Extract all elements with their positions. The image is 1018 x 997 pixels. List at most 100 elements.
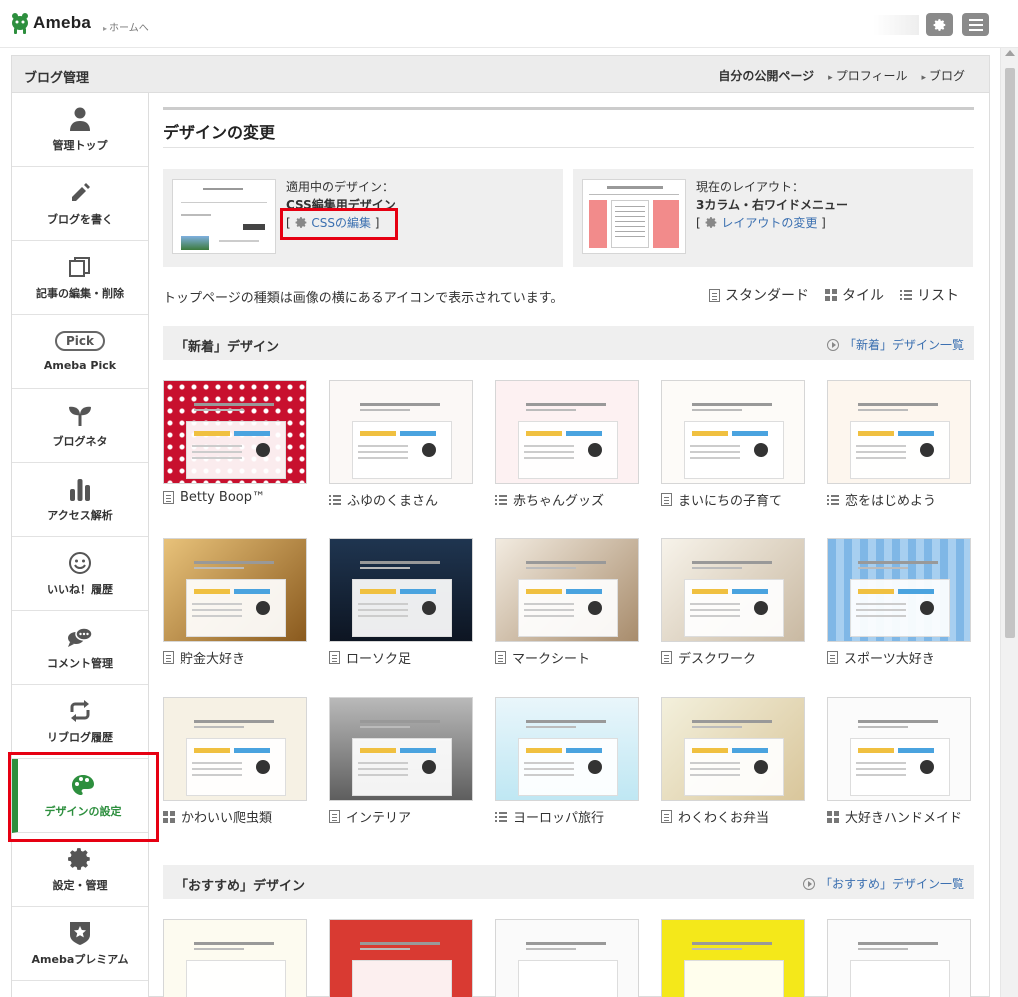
design-tile[interactable]: わくわくお弁当 <box>661 697 805 826</box>
design-name[interactable]: マークシート <box>495 648 639 667</box>
thumb-line <box>358 615 408 617</box>
design-name-label: Betty Boop™ <box>180 490 266 505</box>
sidebar-item-reblog[interactable]: リブログ履歴 <box>12 685 148 759</box>
design-tile[interactable]: ふゆのくまさん <box>329 380 473 509</box>
menu-button[interactable] <box>962 13 989 36</box>
sidebar-item-edit-articles[interactable]: 記事の編集・削除 <box>12 241 148 315</box>
design-tile[interactable] <box>495 919 639 997</box>
design-tile[interactable]: スポーツ大好き <box>827 538 971 667</box>
design-thumbnail[interactable] <box>329 697 473 801</box>
design-tile[interactable]: 赤ちゃんグッズ <box>495 380 639 509</box>
design-tile[interactable]: Betty Boop™ <box>163 380 307 505</box>
design-thumbnail[interactable] <box>163 697 307 801</box>
recommended-designs-list-link[interactable]: 「おすすめ」デザイン一覧 <box>802 875 964 892</box>
design-tile[interactable]: ローソク足 <box>329 538 473 667</box>
profile-link[interactable]: プロフィール <box>828 67 908 84</box>
design-thumbnail[interactable] <box>495 380 639 484</box>
sidebar-item-comments[interactable]: コメント管理 <box>12 611 148 685</box>
design-thumbnail[interactable] <box>661 538 805 642</box>
design-thumbnail[interactable] <box>329 538 473 642</box>
design-thumbnail[interactable] <box>661 380 805 484</box>
grid-icon <box>825 289 837 301</box>
sidebar-item-premium[interactable]: Amebaプレミアム <box>12 907 148 981</box>
design-name[interactable]: 大好きハンドメイド <box>827 807 971 826</box>
new-designs-list-link[interactable]: 「新着」デザイン一覧 <box>826 336 964 353</box>
design-name[interactable]: 赤ちゃんグッズ <box>495 490 639 509</box>
design-tile[interactable]: ヨーロッパ旅行 <box>495 697 639 826</box>
sidebar-item-access-analysis[interactable]: アクセス解析 <box>12 463 148 537</box>
thumb-bar <box>692 748 728 753</box>
sidebar-item-settings[interactable]: 設定・管理 <box>12 833 148 907</box>
public-page-link[interactable]: 自分の公開ページ <box>718 67 814 84</box>
thumb-card <box>684 738 784 796</box>
design-name[interactable]: インテリア <box>329 807 473 826</box>
design-name[interactable]: スポーツ大好き <box>827 648 971 667</box>
current-layout-thumbnail[interactable] <box>582 179 686 254</box>
user-avatar[interactable] <box>873 15 919 35</box>
design-tile[interactable] <box>661 919 805 997</box>
thumb-bar <box>526 589 562 594</box>
ameba-logo[interactable]: Ameba <box>10 12 91 34</box>
design-name[interactable]: Betty Boop™ <box>163 490 307 505</box>
design-thumbnail[interactable] <box>827 380 971 484</box>
design-name-label: まいにちの子育て <box>678 494 783 509</box>
design-tile[interactable]: 大好きハンドメイド <box>827 697 971 826</box>
design-thumbnail[interactable] <box>495 919 639 997</box>
sidebar-item-blog-neta[interactable]: ブログネタ <box>12 389 148 463</box>
design-thumbnail[interactable] <box>163 380 307 484</box>
thumb-subtitle-line <box>692 409 742 411</box>
page-scrollbar[interactable] <box>1000 48 1018 997</box>
design-thumbnail[interactable] <box>163 919 307 997</box>
design-thumbnail[interactable] <box>827 919 971 997</box>
thumb-card <box>186 738 286 796</box>
design-tile[interactable]: インテリア <box>329 697 473 826</box>
reblog-icon <box>70 700 90 722</box>
design-name[interactable]: ローソク足 <box>329 648 473 667</box>
document-icon <box>329 651 340 664</box>
design-tile[interactable] <box>329 919 473 997</box>
design-tile[interactable] <box>163 919 307 997</box>
sidebar-item-label: アクセス解析 <box>47 509 113 522</box>
design-name[interactable]: まいにちの子育て <box>661 490 805 509</box>
sidebar-item-admin-top[interactable]: 管理トップ <box>12 93 148 167</box>
scroll-thumb[interactable] <box>1005 68 1015 638</box>
blog-link[interactable]: ブログ <box>921 67 965 84</box>
design-tile[interactable] <box>827 919 971 997</box>
design-name[interactable]: 貯金大好き <box>163 648 307 667</box>
design-thumbnail[interactable] <box>163 538 307 642</box>
design-name[interactable]: ふゆのくまさん <box>329 490 473 509</box>
scroll-up-arrow-icon[interactable] <box>1005 50 1015 56</box>
settings-button[interactable] <box>926 13 953 36</box>
design-name[interactable]: ヨーロッパ旅行 <box>495 807 639 826</box>
design-thumbnail[interactable] <box>495 697 639 801</box>
design-thumbnail[interactable] <box>827 697 971 801</box>
design-name[interactable]: 恋をはじめよう <box>827 490 971 509</box>
design-tile[interactable]: 貯金大好き <box>163 538 307 667</box>
design-thumbnail[interactable] <box>661 697 805 801</box>
design-thumbnail[interactable] <box>329 380 473 484</box>
design-name[interactable]: かわいい爬虫類 <box>163 807 307 826</box>
design-thumbnail[interactable] <box>495 538 639 642</box>
sidebar-item-label: リブログ履歴 <box>47 731 113 744</box>
thumb-subtitle-line <box>692 726 742 728</box>
design-tile[interactable]: マークシート <box>495 538 639 667</box>
design-name[interactable]: わくわくお弁当 <box>661 807 805 826</box>
thumb-avatar <box>588 443 602 457</box>
home-link[interactable]: ホームへ <box>103 19 149 34</box>
design-tile[interactable]: かわいい爬虫類 <box>163 697 307 826</box>
list-icon <box>329 494 341 506</box>
design-thumbnail[interactable] <box>329 919 473 997</box>
sidebar-item-likes[interactable]: いいね！履歴 <box>12 537 148 611</box>
design-name[interactable]: デスクワーク <box>661 648 805 667</box>
thumb-line <box>856 615 906 617</box>
design-tile[interactable]: まいにちの子育て <box>661 380 805 509</box>
design-tile[interactable]: デスクワーク <box>661 538 805 667</box>
sidebar-item-write[interactable]: ブログを書く <box>12 167 148 241</box>
design-thumbnail[interactable] <box>827 538 971 642</box>
document-icon <box>495 651 506 664</box>
design-thumbnail[interactable] <box>661 919 805 997</box>
sidebar-item-ameba-pick[interactable]: Pick Ameba Pick <box>12 315 148 389</box>
current-design-thumbnail[interactable] <box>172 179 276 254</box>
layout-change-link[interactable]: レイアウトの変更 <box>721 216 817 230</box>
design-tile[interactable]: 恋をはじめよう <box>827 380 971 509</box>
